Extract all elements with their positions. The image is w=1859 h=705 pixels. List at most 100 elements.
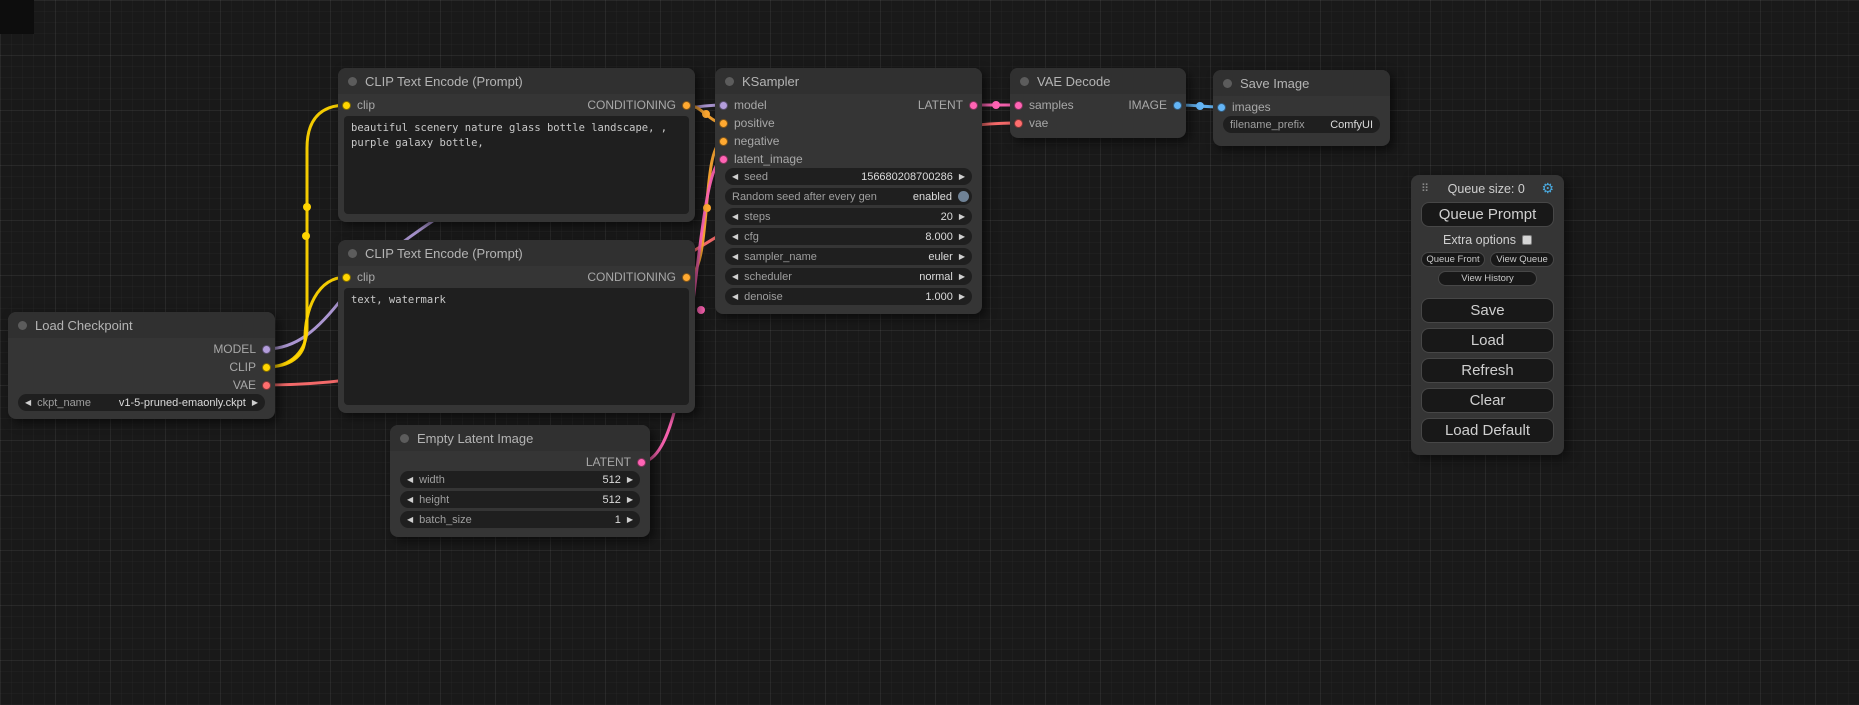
node-title-bar[interactable]: Load Checkpoint <box>8 312 275 338</box>
toggle-knob[interactable] <box>958 191 969 202</box>
extra-options-checkbox[interactable] <box>1522 235 1532 245</box>
input-slot-latent-image: latent_image <box>715 150 982 168</box>
arrow-right-icon[interactable]: ▶ <box>959 233 965 241</box>
arrow-left-icon[interactable]: ◀ <box>732 293 738 301</box>
arrow-right-icon[interactable]: ▶ <box>627 476 633 484</box>
input-dot-samples[interactable] <box>1014 101 1023 110</box>
input-dot-model[interactable] <box>719 101 728 110</box>
arrow-left-icon[interactable]: ◀ <box>732 253 738 261</box>
output-label: CONDITIONING <box>587 270 676 284</box>
arrow-right-icon[interactable]: ▶ <box>959 253 965 261</box>
output-dot-latent[interactable] <box>637 458 646 467</box>
widget-steps[interactable]: ◀ steps 20 ▶ <box>725 208 972 225</box>
node-title-bar[interactable]: CLIP Text Encode (Prompt) <box>338 68 695 94</box>
input-label: clip <box>357 98 375 112</box>
widget-width[interactable]: ◀ width 512 ▶ <box>400 471 640 488</box>
node-title-bar[interactable]: VAE Decode <box>1010 68 1186 94</box>
widget-batch-size[interactable]: ◀ batch_size 1 ▶ <box>400 511 640 528</box>
queue-prompt-button[interactable]: Queue Prompt <box>1421 202 1554 227</box>
extra-options-label: Extra options <box>1443 233 1516 247</box>
arrow-right-icon[interactable]: ▶ <box>959 173 965 181</box>
refresh-button[interactable]: Refresh <box>1421 358 1554 383</box>
output-dot-model[interactable] <box>262 345 271 354</box>
arrow-right-icon[interactable]: ▶ <box>959 213 965 221</box>
node-title-bar[interactable]: Empty Latent Image <box>390 425 650 451</box>
prompt-text-area[interactable]: text, watermark <box>344 288 689 405</box>
widget-ckpt-name[interactable]: ◀ ckpt_name v1-5-pruned-emaonly.ckpt ▶ <box>18 394 265 411</box>
output-dot-clip[interactable] <box>262 363 271 372</box>
widget-scheduler[interactable]: ◀ scheduler normal ▶ <box>725 268 972 285</box>
arrow-right-icon[interactable]: ▶ <box>252 399 258 407</box>
widget-sampler-name[interactable]: ◀ sampler_name euler ▶ <box>725 248 972 265</box>
output-slot-model: MODEL <box>8 340 275 358</box>
arrow-left-icon[interactable]: ◀ <box>732 213 738 221</box>
save-button[interactable]: Save <box>1421 298 1554 323</box>
widget-seed[interactable]: ◀ seed 156680208700286 ▶ <box>725 168 972 185</box>
output-dot-latent[interactable] <box>969 101 978 110</box>
widget-height[interactable]: ◀ height 512 ▶ <box>400 491 640 508</box>
queue-front-button[interactable]: Queue Front <box>1421 252 1485 267</box>
output-slot-vae: VAE <box>8 376 275 394</box>
collapse-dot-icon[interactable] <box>348 77 357 86</box>
widget-cfg[interactable]: ◀ cfg 8.000 ▶ <box>725 228 972 245</box>
collapse-dot-icon[interactable] <box>348 249 357 258</box>
arrow-left-icon[interactable]: ◀ <box>407 516 413 524</box>
clear-button[interactable]: Clear <box>1421 388 1554 413</box>
node-title-bar[interactable]: CLIP Text Encode (Prompt) <box>338 240 695 266</box>
widget-name: steps <box>744 211 770 223</box>
output-dot-image[interactable] <box>1173 101 1182 110</box>
arrow-left-icon[interactable]: ◀ <box>407 496 413 504</box>
node-clip-text-encode-negative[interactable]: CLIP Text Encode (Prompt) clip CONDITION… <box>338 240 695 413</box>
link-dot-image <box>1196 102 1204 110</box>
arrow-left-icon[interactable]: ◀ <box>732 273 738 281</box>
view-queue-button[interactable]: View Queue <box>1490 252 1554 267</box>
collapse-dot-icon[interactable] <box>1223 79 1232 88</box>
node-load-checkpoint[interactable]: Load Checkpoint MODEL CLIP VAE ◀ ckpt_na… <box>8 312 275 419</box>
output-dot-conditioning[interactable] <box>682 273 691 282</box>
node-save-image[interactable]: Save Image images filename_prefix ComfyU… <box>1213 70 1390 146</box>
node-title-bar[interactable]: Save Image <box>1213 70 1390 96</box>
node-ksampler[interactable]: KSampler model LATENT positive negative … <box>715 68 982 314</box>
arrow-left-icon[interactable]: ◀ <box>407 476 413 484</box>
collapse-dot-icon[interactable] <box>400 434 409 443</box>
output-slot-conditioning: CONDITIONING <box>587 270 691 284</box>
arrow-right-icon[interactable]: ▶ <box>627 516 633 524</box>
view-history-button[interactable]: View History <box>1438 271 1536 286</box>
input-dot-clip[interactable] <box>342 273 351 282</box>
arrow-right-icon[interactable]: ▶ <box>959 293 965 301</box>
node-title: Load Checkpoint <box>35 318 133 333</box>
output-dot-vae[interactable] <box>262 381 271 390</box>
arrow-left-icon[interactable]: ◀ <box>732 233 738 241</box>
node-empty-latent-image[interactable]: Empty Latent Image LATENT ◀ width 512 ▶ … <box>390 425 650 537</box>
input-dot-images[interactable] <box>1217 103 1226 112</box>
arrow-right-icon[interactable]: ▶ <box>959 273 965 281</box>
load-default-button[interactable]: Load Default <box>1421 418 1554 443</box>
input-dot-clip[interactable] <box>342 101 351 110</box>
widget-random-seed[interactable]: Random seed after every gen enabled <box>725 188 972 205</box>
input-dot-positive[interactable] <box>719 119 728 128</box>
input-dot-negative[interactable] <box>719 137 728 146</box>
collapse-dot-icon[interactable] <box>725 77 734 86</box>
widget-denoise[interactable]: ◀ denoise 1.000 ▶ <box>725 288 972 305</box>
node-clip-text-encode-positive[interactable]: CLIP Text Encode (Prompt) clip CONDITION… <box>338 68 695 222</box>
input-dot-latent-image[interactable] <box>719 155 728 164</box>
load-button[interactable]: Load <box>1421 328 1554 353</box>
collapse-dot-icon[interactable] <box>1020 77 1029 86</box>
arrow-left-icon[interactable]: ◀ <box>732 173 738 181</box>
input-dot-vae[interactable] <box>1014 119 1023 128</box>
node-vae-decode[interactable]: VAE Decode samples IMAGE vae <box>1010 68 1186 138</box>
widget-value: v1-5-pruned-emaonly.ckpt <box>119 397 246 409</box>
input-label: samples <box>1029 98 1074 112</box>
widget-name: sampler_name <box>744 251 817 263</box>
input-label: latent_image <box>734 152 803 166</box>
input-slot-negative: negative <box>715 132 982 150</box>
output-dot-conditioning[interactable] <box>682 101 691 110</box>
prompt-text-area[interactable]: beautiful scenery nature glass bottle la… <box>344 116 689 214</box>
settings-gear-icon[interactable]: ⚙ <box>1541 180 1554 197</box>
collapse-dot-icon[interactable] <box>18 321 27 330</box>
arrow-left-icon[interactable]: ◀ <box>25 399 31 407</box>
drag-handle-icon[interactable]: ⠿ <box>1421 182 1429 195</box>
node-title-bar[interactable]: KSampler <box>715 68 982 94</box>
widget-filename-prefix[interactable]: filename_prefix ComfyUI <box>1223 116 1380 133</box>
arrow-right-icon[interactable]: ▶ <box>627 496 633 504</box>
